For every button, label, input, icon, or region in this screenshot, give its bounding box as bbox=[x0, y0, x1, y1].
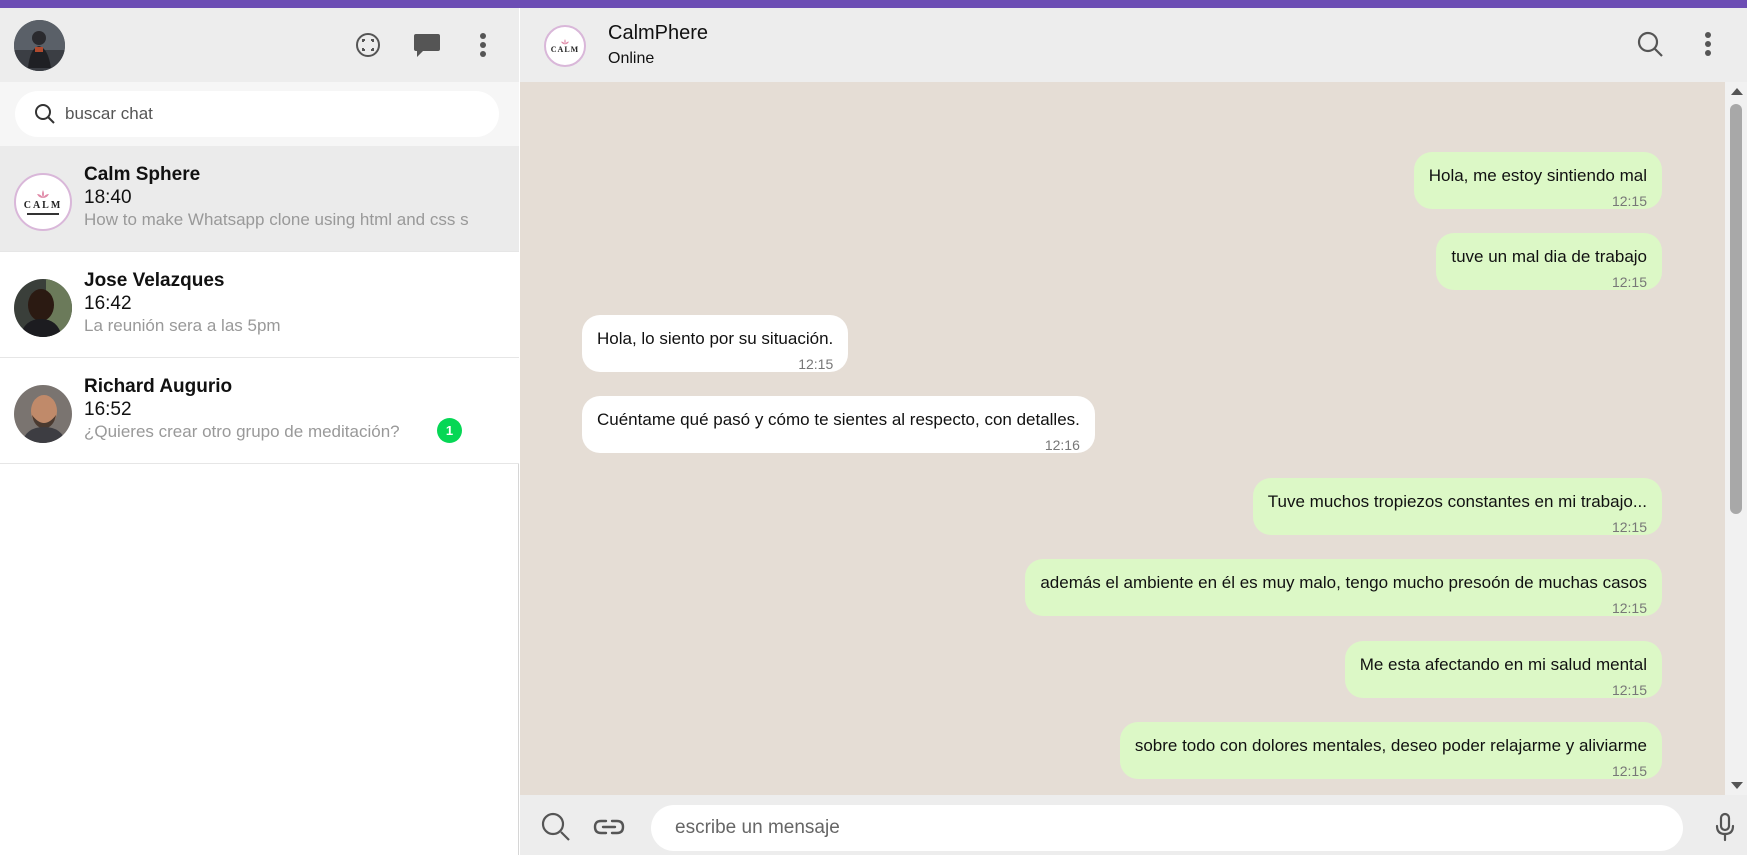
message-outgoing: además el ambiente en él es muy malo, te… bbox=[1025, 559, 1662, 616]
message-time: 12:16 bbox=[1044, 437, 1080, 453]
lotus-icon bbox=[37, 189, 49, 198]
chat-preview: La reunión sera a las 5pm bbox=[84, 316, 281, 335]
scrollbar-thumb[interactable] bbox=[1730, 104, 1742, 514]
message-time: 12:15 bbox=[1611, 193, 1647, 209]
calm-logo-text: CALM bbox=[23, 199, 63, 211]
top-accent-bar bbox=[0, 0, 1747, 8]
scroll-up-arrow-icon[interactable] bbox=[1731, 88, 1743, 95]
message-outgoing: Me esta afectando en mi salud mental 12:… bbox=[1344, 641, 1662, 698]
conversation-panel: CALM CalmPhere Online Hola, me estoy sin… bbox=[520, 8, 1747, 855]
message-outgoing: Tuve muchos tropiezos constantes en mi t… bbox=[1252, 478, 1662, 535]
unread-badge: 1 bbox=[437, 418, 462, 443]
message-input[interactable] bbox=[675, 817, 1655, 839]
chat-name: Calm Sphere bbox=[84, 164, 201, 185]
more-vertical-icon[interactable] bbox=[1693, 29, 1723, 59]
message-text: Tuve muchos tropiezos constantes en mi t… bbox=[1267, 492, 1647, 511]
chat-name: Richard Augurio bbox=[84, 376, 233, 397]
chat-item-richard-augurio[interactable]: Richard Augurio 16:52 ¿Quieres crear otr… bbox=[0, 358, 519, 464]
message-incoming: Cuéntame qué pasó y cómo te sientes al r… bbox=[582, 396, 1095, 453]
left-header bbox=[0, 8, 519, 82]
message-text: además el ambiente en él es muy malo, te… bbox=[1040, 573, 1647, 592]
status-icon[interactable] bbox=[353, 30, 383, 60]
new-chat-icon[interactable] bbox=[412, 30, 442, 60]
chat-time: 16:42 bbox=[84, 293, 132, 314]
chat-list-panel: CALM Calm Sphere 18:40 How to make Whats… bbox=[0, 8, 519, 855]
chat-preview: How to make Whatsapp clone using html an… bbox=[84, 210, 469, 229]
message-outgoing: tuve un mal dia de trabajo 12:15 bbox=[1436, 233, 1662, 290]
contact-status: Online bbox=[608, 50, 655, 67]
message-area[interactable]: Hola, me estoy sintiendo mal 12:15 tuve … bbox=[520, 82, 1725, 795]
search-icon bbox=[33, 102, 57, 126]
avatar bbox=[14, 385, 72, 443]
message-text: tuve un mal dia de trabajo bbox=[1451, 247, 1647, 266]
message-time: 12:15 bbox=[1611, 763, 1647, 779]
contact-avatar[interactable]: CALM bbox=[544, 25, 586, 67]
user-avatar[interactable] bbox=[14, 20, 65, 71]
message-input-box bbox=[651, 805, 1683, 851]
contact-name: CalmPhere bbox=[608, 22, 709, 44]
chat-time: 16:52 bbox=[84, 399, 132, 420]
search-icon[interactable] bbox=[1635, 29, 1665, 59]
chat-time: 18:40 bbox=[84, 187, 132, 208]
logo-underline bbox=[27, 212, 59, 215]
chat-item-calm-sphere[interactable]: CALM Calm Sphere 18:40 How to make Whats… bbox=[0, 146, 519, 252]
chat-preview: ¿Quieres crear otro grupo de meditación? bbox=[84, 422, 400, 441]
search-bar-container bbox=[0, 82, 519, 146]
scroll-down-arrow-icon[interactable] bbox=[1731, 782, 1743, 789]
message-time: 12:15 bbox=[798, 356, 834, 372]
chat-list: CALM Calm Sphere 18:40 How to make Whats… bbox=[0, 146, 519, 464]
avatar bbox=[14, 279, 72, 337]
message-text: sobre todo con dolores mentales, deseo p… bbox=[1134, 736, 1647, 755]
avatar: CALM bbox=[14, 173, 72, 231]
message-incoming: Hola, lo siento por su situación. 12:15 bbox=[582, 315, 849, 372]
more-vertical-icon[interactable] bbox=[468, 30, 498, 60]
message-time: 12:15 bbox=[1611, 682, 1647, 698]
message-composer bbox=[520, 795, 1747, 855]
chat-name: Jose Velazques bbox=[84, 270, 225, 291]
search-box bbox=[15, 91, 499, 137]
calm-logo-text: CALM bbox=[550, 44, 580, 54]
message-text: Me esta afectando en mi salud mental bbox=[1359, 655, 1647, 674]
message-scrollbar[interactable] bbox=[1725, 82, 1747, 795]
microphone-icon[interactable] bbox=[1708, 810, 1742, 844]
chat-item-jose-velazques[interactable]: Jose Velazques 16:42 La reunión sera a l… bbox=[0, 252, 519, 358]
link-icon[interactable] bbox=[592, 810, 626, 844]
message-text: Hola, me estoy sintiendo mal bbox=[1428, 166, 1647, 185]
message-time: 12:15 bbox=[1611, 519, 1647, 535]
message-outgoing: sobre todo con dolores mentales, deseo p… bbox=[1119, 722, 1662, 779]
search-input[interactable] bbox=[65, 104, 465, 124]
message-text: Cuéntame qué pasó y cómo te sientes al r… bbox=[597, 410, 1080, 429]
conversation-header: CALM CalmPhere Online bbox=[520, 8, 1747, 82]
message-time: 12:15 bbox=[1611, 274, 1647, 290]
message-text: Hola, lo siento por su situación. bbox=[597, 329, 834, 348]
message-outgoing: Hola, me estoy sintiendo mal 12:15 bbox=[1413, 152, 1662, 209]
message-time: 12:15 bbox=[1611, 600, 1647, 616]
search-icon[interactable] bbox=[539, 810, 573, 844]
